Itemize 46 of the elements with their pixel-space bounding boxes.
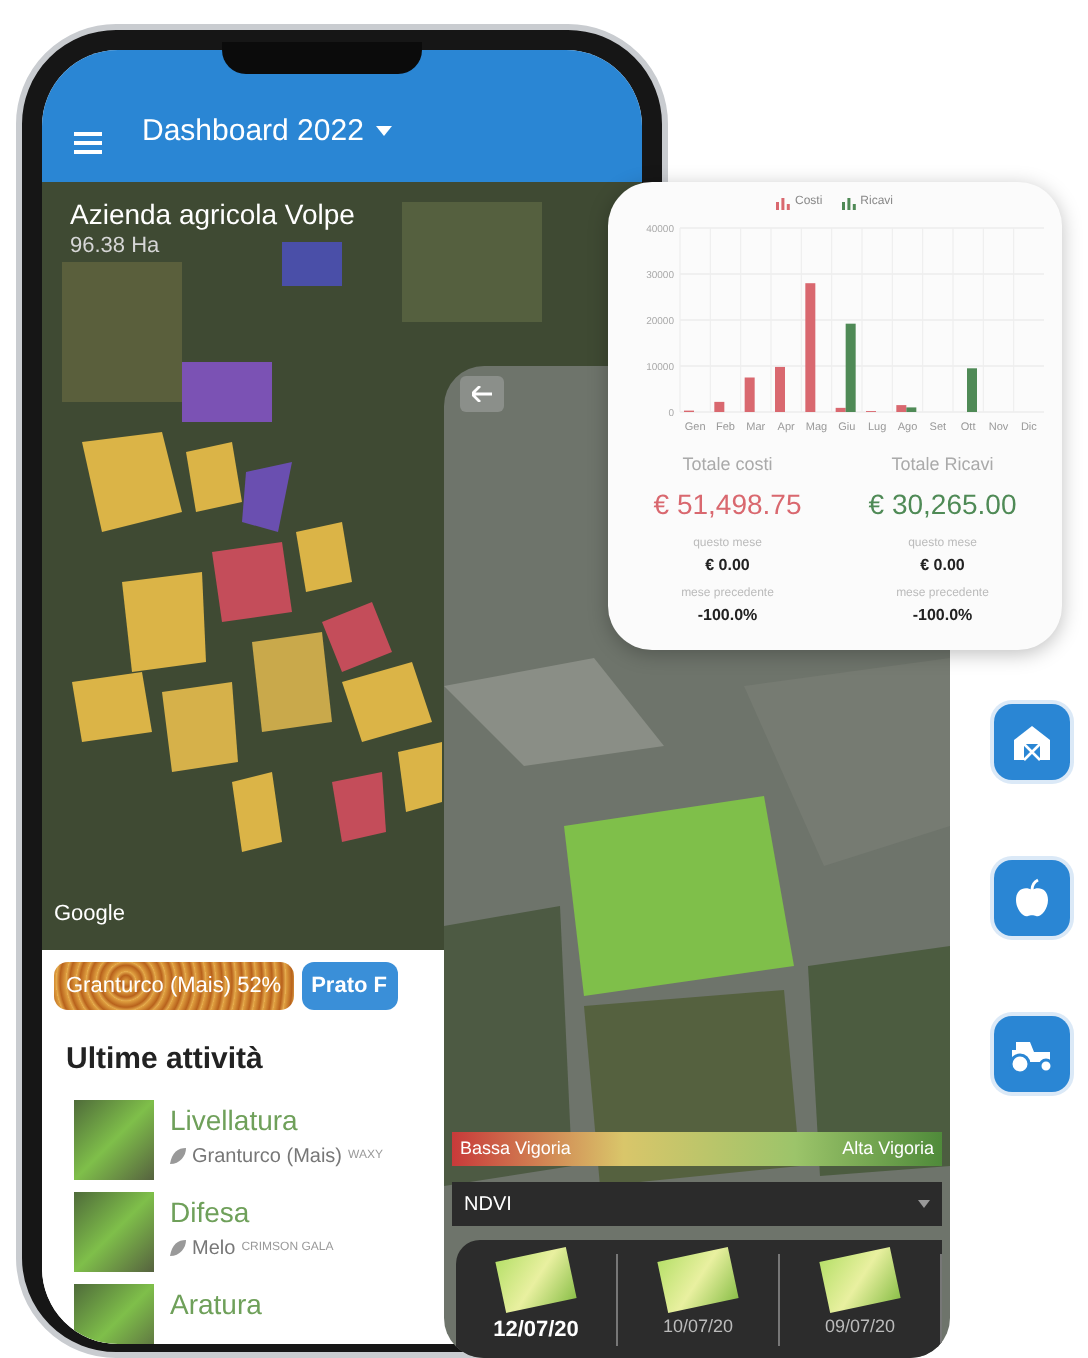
back-button[interactable]	[460, 376, 504, 412]
farm-area: 96.38 Ha	[70, 230, 160, 263]
field-thumbnail	[74, 1283, 154, 1344]
chart-bar	[775, 366, 785, 412]
back-arrow-icon	[472, 386, 492, 402]
total-amount: € 51,498.75	[653, 485, 802, 523]
activity-title[interactable]: Difesa	[170, 1191, 334, 1233]
dropdown-caret-icon	[918, 1200, 930, 1208]
chart-bar	[744, 377, 755, 412]
chart-bar	[714, 401, 725, 412]
dashboard-dropdown[interactable]: Dashboard 2022	[142, 109, 392, 154]
activity-crop: Melo	[192, 1235, 236, 1263]
activity-title[interactable]: Livellatura	[170, 1099, 383, 1141]
chart-bar	[805, 283, 816, 412]
bar-chart-icon	[776, 197, 791, 209]
apple-icon[interactable]	[994, 860, 1070, 936]
legend-low-label: Bassa Vigoria	[460, 1135, 571, 1162]
caret-icon	[375, 126, 392, 137]
total-label: Totale Ricavi	[891, 452, 994, 478]
activity-crop: Granturco (Mais)	[192, 1143, 343, 1171]
activity-title[interactable]: Aratura	[170, 1283, 262, 1325]
barn-icon[interactable]	[994, 704, 1070, 780]
period-value: € 0.00	[920, 553, 965, 577]
farm-name: Azienda agricola Volpe	[70, 196, 355, 234]
map-attribution: Google	[54, 899, 125, 929]
menu-icon[interactable]	[74, 132, 102, 154]
date-tab[interactable]: 12/07/20	[456, 1253, 618, 1347]
legend-high-label: Alta Vigoria	[842, 1135, 934, 1162]
total-label: Totale costi	[682, 452, 773, 478]
index-select[interactable]: NDVI	[452, 1182, 942, 1226]
field-thumbnail	[74, 1099, 154, 1179]
section-title: Ultime attività	[66, 1040, 265, 1080]
period-value: € 0.00	[705, 553, 750, 577]
leaf-icon	[170, 1148, 186, 1164]
total-amount: € 30,265.00	[868, 485, 1017, 523]
change-value: -100.0%	[697, 603, 758, 627]
leaf-icon	[170, 1240, 186, 1256]
crop-chip[interactable]: Granturco (Mais) 52%	[54, 962, 294, 1010]
tractor-icon[interactable]	[994, 1016, 1070, 1092]
bar-chart-icon	[842, 197, 857, 209]
field-thumbnail	[74, 1191, 154, 1271]
crop-chip[interactable]: Prato F	[301, 962, 397, 1010]
chart-bar	[967, 368, 977, 412]
change-value: -100.0%	[912, 603, 973, 627]
date-tab[interactable]: 09/07/20	[780, 1253, 942, 1347]
date-tab[interactable]: 10/07/20	[618, 1253, 780, 1347]
